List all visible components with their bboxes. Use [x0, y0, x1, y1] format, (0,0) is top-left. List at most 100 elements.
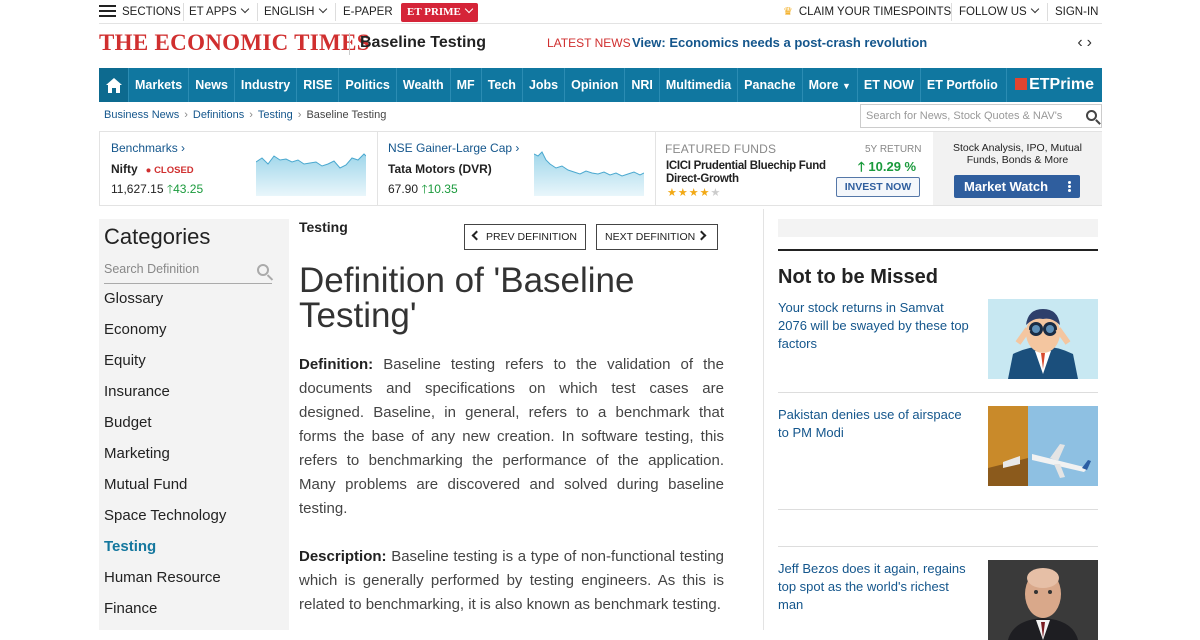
epaper-link[interactable]: E-PAPER: [343, 0, 393, 24]
logo[interactable]: THE ECONOMIC TIMES: [99, 30, 370, 56]
chevron-right-icon: [696, 230, 707, 241]
category-item-testing[interactable]: Testing: [104, 537, 284, 568]
latest-news-headline[interactable]: View: Economics needs a post-crash revol…: [632, 35, 927, 50]
breadcrumb-business-news[interactable]: Business News: [104, 109, 179, 121]
nav-item-industry[interactable]: Industry: [235, 68, 298, 102]
language-menu[interactable]: ENGLISH: [264, 0, 327, 24]
ad-placeholder: [778, 219, 1098, 237]
main-nav: Markets News Industry RISE Politics Weal…: [99, 68, 1102, 102]
nav-item-panache[interactable]: Panache: [738, 68, 803, 102]
article-title: Definition of 'Baseline Testing': [299, 261, 635, 335]
chevron-right-icon: ›: [515, 141, 520, 155]
fund-rating: ★★★★★: [667, 187, 722, 199]
nav-item-jobs[interactable]: Jobs: [523, 68, 566, 102]
gainer-value: 67.90 🡑10.35: [388, 182, 458, 196]
header-search-input[interactable]: Search for News, Stock Quotes & NAV's: [860, 104, 1102, 128]
market-watch-text: Stock Analysis, IPO, Mutual Funds, Bonds…: [953, 142, 1082, 166]
nav-item-wealth[interactable]: Wealth: [397, 68, 451, 102]
right-column: Not to be Missed: [778, 219, 1098, 289]
gainer-sparkline: [534, 151, 644, 196]
return-label: 5Y RETURN: [865, 144, 922, 155]
category-item-insurance[interactable]: Insurance: [104, 382, 284, 413]
market-watch-button[interactable]: Market Watch: [954, 175, 1080, 198]
story-thumbnail[interactable]: [988, 406, 1098, 486]
nav-item-tech[interactable]: Tech: [482, 68, 523, 102]
top-utility-bar: SECTIONS ET APPS ENGLISH E-PAPER ET PRIM…: [99, 0, 1102, 24]
nse-gainer-link[interactable]: NSE Gainer-Large Cap ›: [388, 141, 519, 155]
nav-et-prime[interactable]: ETPrime: [1006, 68, 1102, 102]
market-strip: Benchmarks › Nifty ● CLOSED 11,627.15 🡑43…: [99, 131, 1102, 206]
category-item-glossary[interactable]: Glossary: [104, 289, 284, 320]
nav-item-opinion[interactable]: Opinion: [565, 68, 626, 102]
nav-item-markets[interactable]: Markets: [129, 68, 190, 102]
nav-item-politics[interactable]: Politics: [339, 68, 397, 102]
et-prime-logo-icon: [1015, 78, 1028, 90]
claim-timespoints-link[interactable]: ♛ CLAIM YOUR TIMESPOINTS: [783, 0, 951, 24]
categories-sidebar: Categories Search Definition Glossary Ec…: [99, 219, 289, 630]
caret-down-icon: ▼: [841, 81, 851, 91]
sections-menu[interactable]: SECTIONS: [99, 0, 181, 24]
gainer-name[interactable]: Tata Motors (DVR): [388, 162, 492, 176]
more-vertical-icon: [1068, 181, 1071, 184]
next-definition-button[interactable]: NEXT DEFINITION: [596, 224, 718, 250]
et-prime-menu[interactable]: ET PRIME: [401, 3, 478, 22]
home-icon[interactable]: [99, 68, 129, 102]
story-headline[interactable]: Pakistan denies use of airspace to PM Mo…: [778, 406, 973, 442]
featured-funds-label: FEATURED FUNDS: [665, 142, 777, 156]
nav-item-et-portfolio[interactable]: ET Portfolio: [921, 68, 1004, 102]
story-thumbnail[interactable]: [988, 299, 1098, 379]
story-headline[interactable]: Your stock returns in Samvat 2076 will b…: [778, 299, 973, 353]
story-headline[interactable]: Jeff Bezos does it again, regains top sp…: [778, 560, 973, 614]
up-arrow-icon: 🡑: [858, 159, 865, 174]
benchmarks-link[interactable]: Benchmarks ›: [111, 141, 185, 155]
breadcrumb-current: Baseline Testing: [306, 109, 387, 121]
category-item-mutual-fund[interactable]: Mutual Fund: [104, 475, 284, 506]
market-status-badge: ● CLOSED: [145, 165, 194, 176]
nav-item-nri[interactable]: NRI: [625, 68, 660, 102]
page-title: Baseline Testing: [360, 34, 486, 51]
et-apps-menu[interactable]: ET APPS: [189, 0, 249, 24]
category-item-equity[interactable]: Equity: [104, 351, 284, 382]
not-to-be-missed-title: Not to be Missed: [778, 266, 939, 288]
market-watch-box: Stock Analysis, IPO, Mutual Funds, Bonds…: [933, 132, 1102, 205]
latest-news-arrows[interactable]: ‹›: [1077, 34, 1096, 52]
hamburger-icon: [99, 5, 116, 17]
follow-us-menu[interactable]: FOLLOW US: [959, 0, 1039, 24]
search-icon[interactable]: [1086, 110, 1097, 121]
prev-definition-button[interactable]: PREV DEFINITION: [464, 224, 587, 250]
breadcrumb-testing[interactable]: Testing: [258, 109, 293, 121]
definition-paragraph: Definition: Baseline testing refers to t…: [299, 356, 724, 517]
breadcrumb-definitions[interactable]: Definitions: [193, 109, 244, 121]
category-list: Glossary Economy Equity Insurance Budget…: [104, 289, 284, 630]
categories-title: Categories: [104, 224, 211, 249]
category-item-space-technology[interactable]: Space Technology: [104, 506, 284, 537]
fund-name[interactable]: ICICI Prudential Bluechip Fund Direct-Gr…: [666, 160, 841, 186]
search-definition-input[interactable]: Search Definition: [104, 262, 272, 284]
nav-item-rise[interactable]: RISE: [297, 68, 340, 102]
breadcrumb: Business News › Definitions › Testing › Baseli…: [104, 109, 387, 121]
nav-item-news[interactable]: News: [189, 68, 235, 102]
latest-news-label: LATEST NEWS: [547, 36, 631, 50]
nifty-value: 11,627.15 🡑43.25: [111, 182, 204, 196]
category-item-budget[interactable]: Budget: [104, 413, 284, 444]
nifty-sparkline: [256, 153, 366, 196]
nav-item-et-now[interactable]: ET NOW: [858, 68, 921, 102]
nav-item-multimedia[interactable]: Multimedia: [660, 68, 739, 102]
chevron-right-icon: ›: [181, 141, 186, 155]
definition-article: Testing PREV DEFINITION NEXT DEFINITION …: [299, 219, 724, 617]
category-item-human-resource[interactable]: Human Resource: [104, 568, 284, 599]
nav-item-more[interactable]: More ▼: [803, 68, 858, 102]
story-thumbnail[interactable]: [988, 560, 1098, 640]
chevron-left-icon: [471, 230, 482, 241]
nav-item-mf[interactable]: MF: [451, 68, 482, 102]
nifty-name: Nifty ● CLOSED: [111, 162, 194, 176]
invest-now-button[interactable]: INVEST NOW: [836, 177, 920, 197]
crown-icon: ♛: [783, 6, 793, 18]
chevron-down-icon: [318, 4, 327, 14]
search-icon[interactable]: [257, 264, 269, 276]
category-item-finance[interactable]: Finance: [104, 599, 284, 630]
chevron-down-icon: [1030, 4, 1039, 14]
category-item-economy[interactable]: Economy: [104, 320, 284, 351]
category-item-marketing[interactable]: Marketing: [104, 444, 284, 475]
sign-in-link[interactable]: SIGN-IN: [1055, 0, 1098, 24]
